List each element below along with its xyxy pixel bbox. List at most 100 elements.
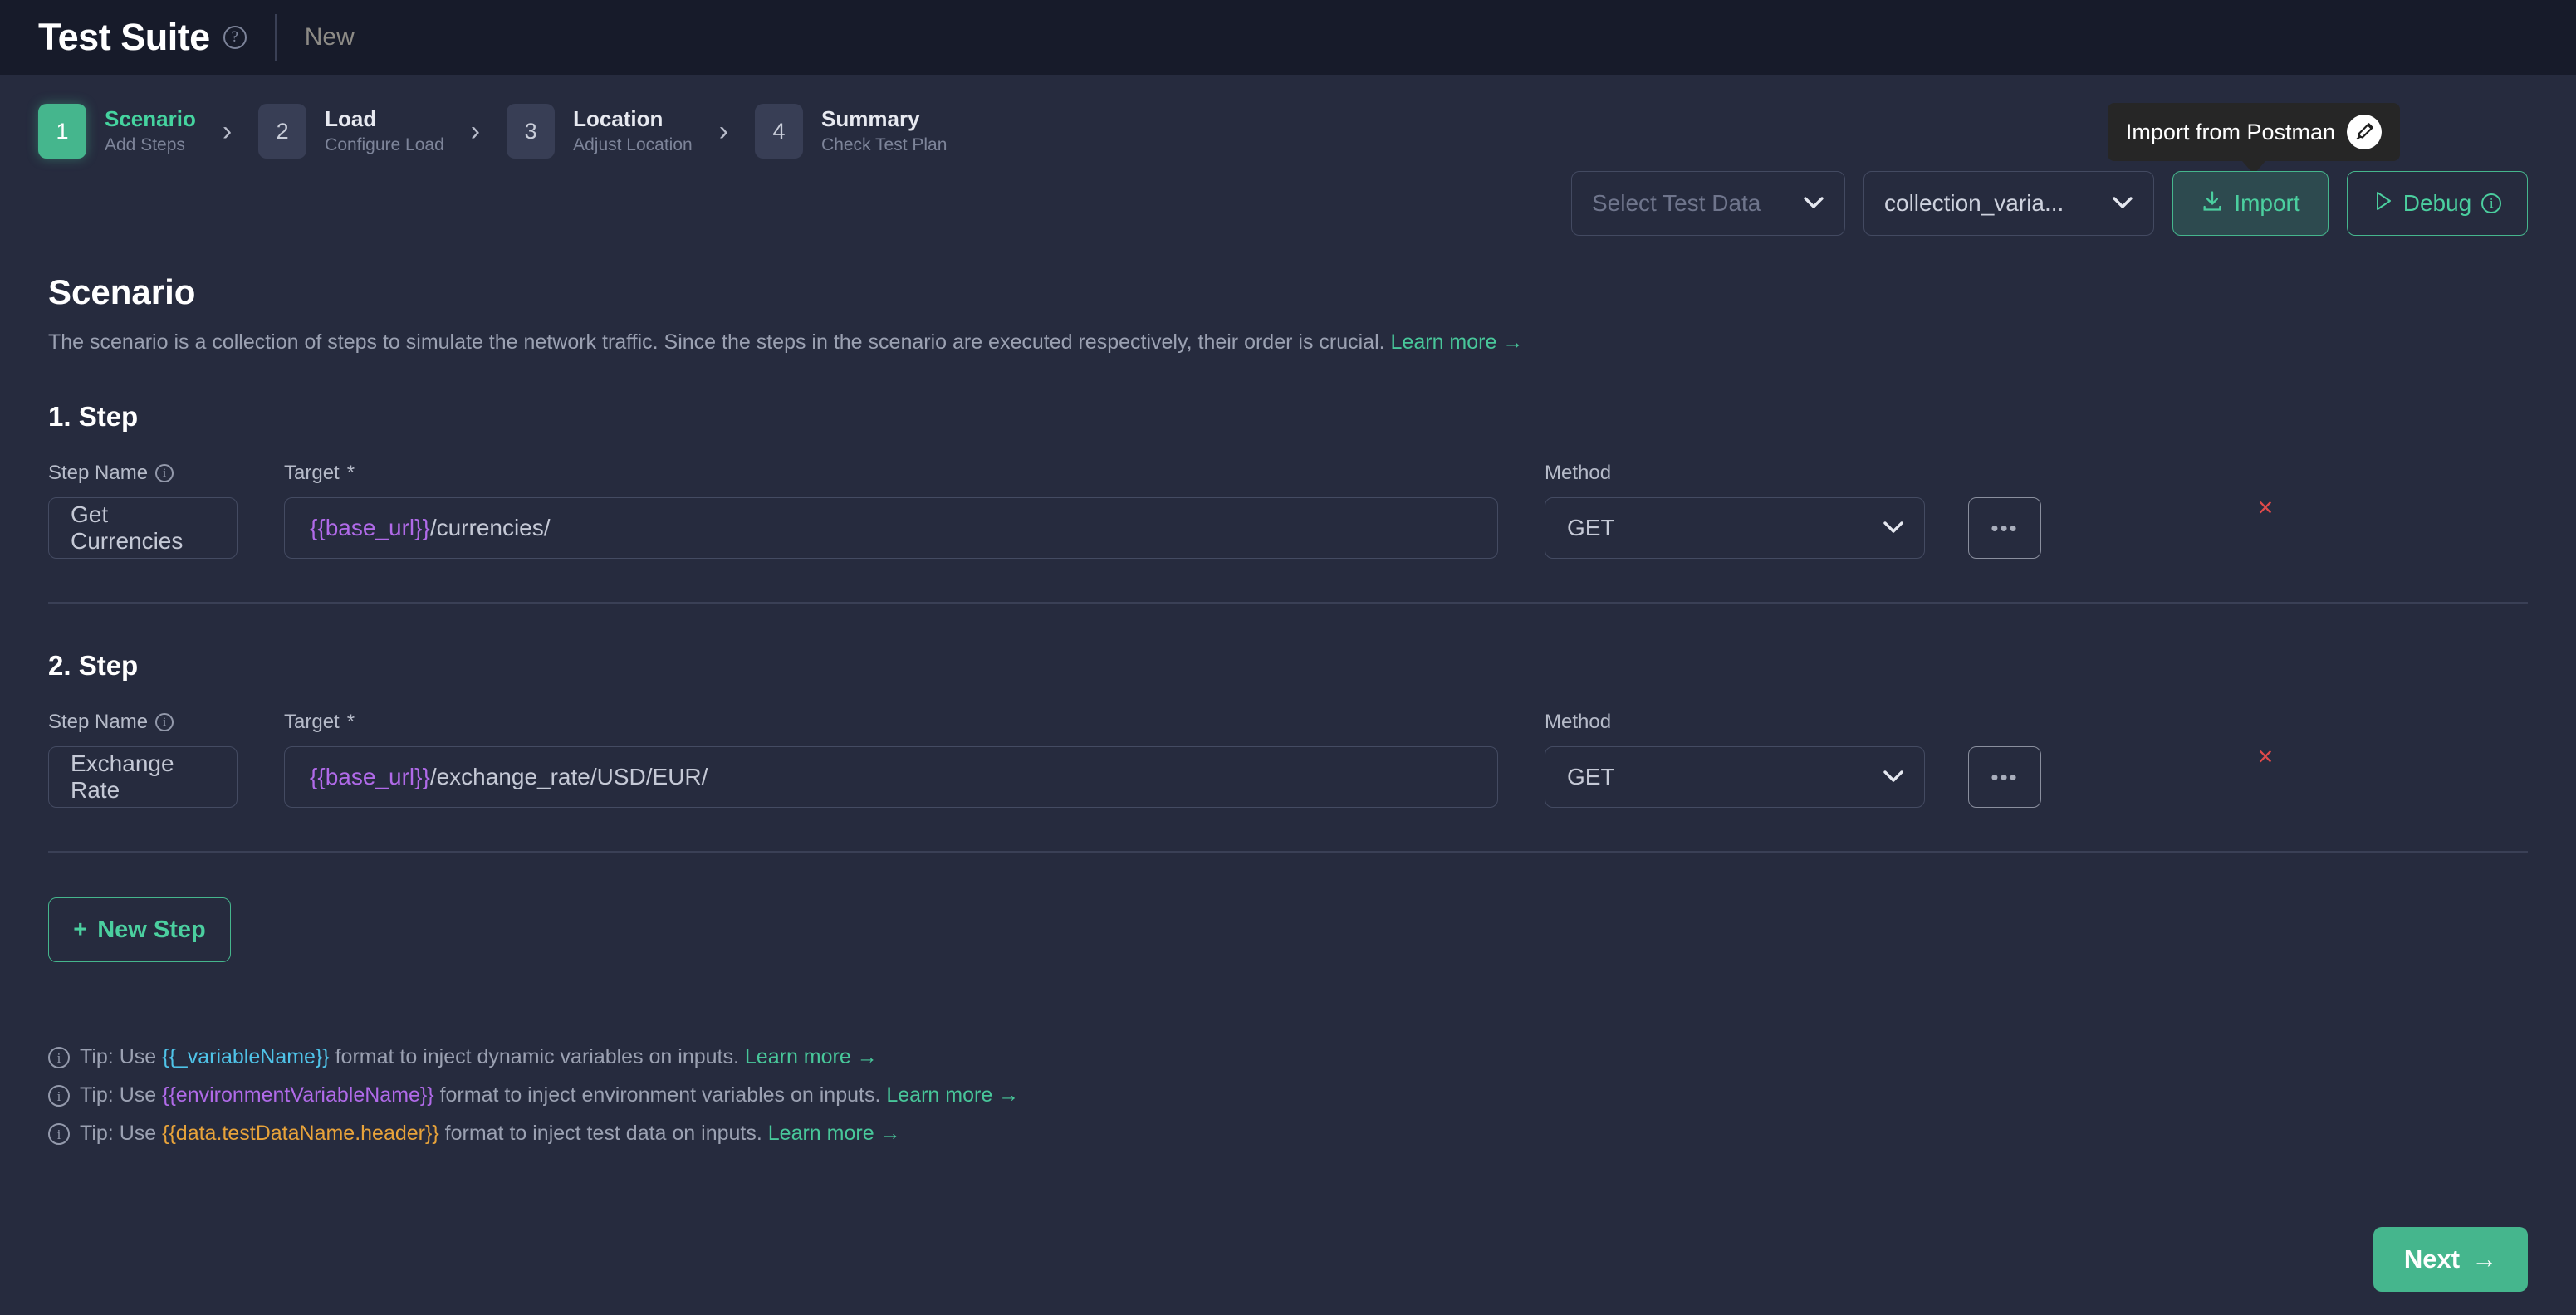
postman-icon [2347, 115, 2382, 149]
tip-code: {{data.testDataName.header}} [162, 1122, 439, 1145]
stepper-item-summary[interactable]: 4 Summary Check Test Plan [755, 104, 947, 159]
required-mark: * [346, 462, 355, 484]
tip-suffix: format to inject environment variables o… [433, 1083, 881, 1107]
scenario-description: The scenario is a collection of steps to… [48, 330, 2528, 354]
method-value-1: GET [1567, 515, 1615, 540]
step-name-input-2[interactable]: Exchange Rate [48, 746, 238, 808]
step-name-input-1[interactable]: Get Currencies [48, 497, 238, 559]
stepper-arrow-icon: › [470, 115, 481, 147]
step-heading-2: 2. Step [48, 650, 139, 681]
step-options-button-2[interactable]: ••• [1968, 746, 2041, 808]
step-options-button-1[interactable]: ••• [1968, 497, 2041, 559]
tip-prefix: Tip: Use [80, 1083, 163, 1107]
step-name-label: Step Name i [48, 461, 238, 486]
info-icon[interactable]: i [155, 464, 174, 482]
target-variable-1: {{base_url}} [310, 515, 430, 540]
tip-code: {{environmentVariableName}} [162, 1083, 434, 1107]
target-input-1[interactable]: {{base_url}}/currencies/ [284, 497, 1498, 559]
target-path-2: /exchange_rate/USD/EUR/ [429, 764, 708, 789]
target-variable-2: {{base_url}} [310, 764, 430, 789]
new-step-button[interactable]: + New Step [48, 897, 231, 962]
stepper-item-scenario[interactable]: 1 Scenario Add Steps [38, 104, 196, 159]
stepper-desc-load: Configure Load [325, 135, 444, 155]
wizard-footer: Next → [2373, 1227, 2528, 1292]
download-icon [2201, 189, 2224, 218]
stepper-arrow-icon: › [222, 115, 233, 147]
scenario-description-text: The scenario is a collection of steps to… [48, 330, 1385, 354]
info-icon[interactable]: i [155, 713, 174, 731]
debug-button-label: Debug [2402, 190, 2472, 216]
next-button-label: Next [2403, 1244, 2461, 1273]
help-circle-icon[interactable]: ? [223, 26, 247, 49]
target-label: Target * [284, 710, 1498, 735]
debug-button[interactable]: Debug i [2347, 171, 2528, 236]
method-value-2: GET [1567, 764, 1615, 789]
stepper-desc-summary: Check Test Plan [821, 135, 948, 155]
topbar-divider [274, 14, 277, 61]
info-icon[interactable]: i [2481, 193, 2502, 213]
tip-suffix: format to inject test data on inputs. [438, 1122, 762, 1145]
step-name-value-2: Exchange Rate [71, 750, 174, 803]
arrow-right-icon: → [2471, 1244, 2498, 1273]
method-dropdown-2[interactable]: GET [1545, 746, 1925, 808]
delete-step-button-1[interactable]: × [2249, 492, 2282, 523]
stepper-desc-scenario: Add Steps [105, 135, 185, 155]
method-label-text: Method [1545, 462, 1612, 484]
select-test-data-dropdown[interactable]: Select Test Data [1571, 171, 1845, 236]
next-button[interactable]: Next → [2373, 1227, 2528, 1292]
chevron-down-icon [2112, 192, 2133, 215]
new-step-button-label: New Step [97, 916, 206, 943]
tip-prefix: Tip: Use [80, 1122, 163, 1145]
info-icon: i [48, 1122, 70, 1145]
step-name-value-1: Get Currencies [71, 501, 184, 554]
required-mark: * [346, 711, 355, 733]
tip-code: {{_variableName}} [162, 1045, 330, 1068]
chevron-down-icon [1883, 765, 1904, 789]
tip-test-data: i Tip: Use {{data.testDataName.header}} … [48, 1122, 2528, 1146]
target-label-text: Target [284, 462, 340, 484]
top-bar: Test Suite ? New [0, 0, 2576, 75]
stepper-badge-2: 2 [258, 104, 307, 159]
page-title: Scenario [48, 272, 196, 311]
tips-list: i Tip: Use {{_variableName}} format to i… [48, 1045, 2528, 1146]
stepper-badge-4: 4 [755, 104, 804, 159]
scenario-toolbar: Select Test Data collection_varia... Imp… [1571, 171, 2528, 236]
delete-step-button-2[interactable]: × [2249, 741, 2282, 772]
close-icon: × [2257, 741, 2274, 771]
test-suite-name: New [304, 23, 355, 51]
tip-dynamic-variables: i Tip: Use {{_variableName}} format to i… [48, 1045, 2528, 1069]
step-name-field-2: Step Name i Exchange Rate [48, 710, 238, 808]
select-test-data-value: Select Test Data [1592, 190, 1761, 216]
collection-variable-value: collection_varia... [1884, 190, 2064, 216]
tip-learn-more-link[interactable]: Learn more → [745, 1045, 878, 1068]
step-divider-2 [48, 851, 2528, 853]
step-row-1: Step Name i Get Currencies Target * {{bas… [48, 461, 2528, 559]
method-field-2: Method GET [1545, 710, 1925, 808]
stepper-desc-location: Adjust Location [573, 135, 693, 155]
import-from-postman-tooltip: Import from Postman [2107, 103, 2400, 174]
plus-icon: + [73, 916, 88, 943]
target-input-2[interactable]: {{base_url}}/exchange_rate/USD/EUR/ [284, 746, 1498, 808]
tip-prefix: Tip: Use [80, 1045, 163, 1068]
import-button[interactable]: Import [2172, 171, 2329, 236]
scenario-learn-more-link[interactable]: Learn more → [1391, 330, 1524, 354]
import-button-label: Import [2234, 190, 2300, 216]
stepper-badge-3: 3 [507, 104, 556, 159]
step-name-field-1: Step Name i Get Currencies [48, 461, 238, 559]
target-label-text: Target [284, 711, 340, 733]
stepper-item-location[interactable]: 3 Location Adjust Location [507, 104, 693, 159]
stepper-item-load[interactable]: 2 Load Configure Load [258, 104, 444, 159]
tip-suffix: format to inject dynamic variables on in… [329, 1045, 739, 1068]
step-heading-1: 1. Step [48, 401, 139, 432]
step-row-2: Step Name i Exchange Rate Target * {{base… [48, 710, 2528, 808]
step-name-label: Step Name i [48, 710, 238, 735]
stepper-title-summary: Summary [821, 105, 920, 131]
method-dropdown-1[interactable]: GET [1545, 497, 1925, 559]
tip-learn-more-link[interactable]: Learn more → [768, 1122, 901, 1145]
scenario-content: Scenario The scenario is a collection of… [0, 272, 2576, 1146]
method-label: Method [1545, 461, 1925, 486]
stepper-badge-1: 1 [38, 104, 86, 159]
stepper-title-scenario: Scenario [105, 105, 196, 131]
select-collection-variable-dropdown[interactable]: collection_varia... [1863, 171, 2154, 236]
tip-learn-more-link[interactable]: Learn more → [886, 1083, 1019, 1107]
